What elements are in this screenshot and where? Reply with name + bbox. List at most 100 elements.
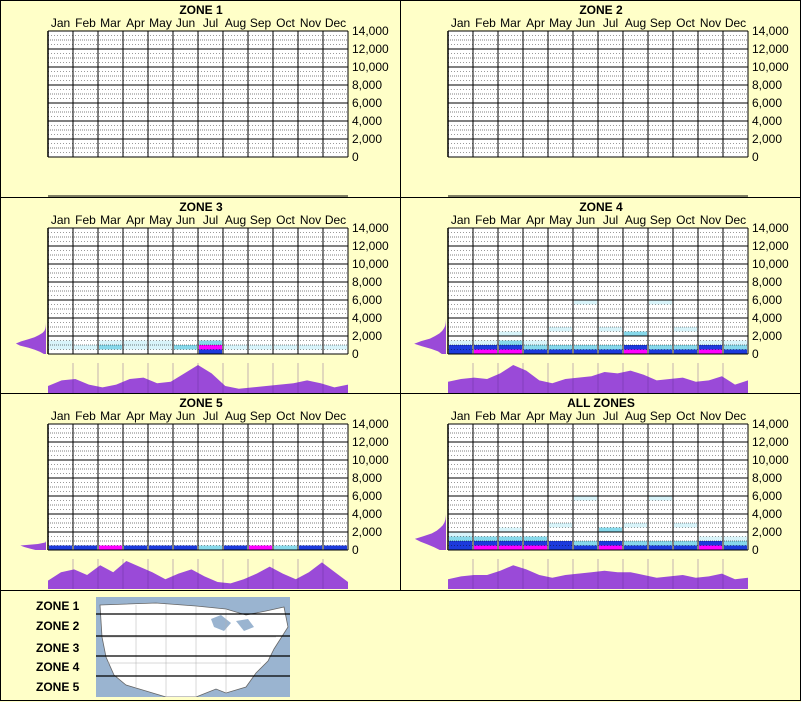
y-tick-label: 12,000 [752, 239, 789, 253]
heat-cell [499, 349, 522, 354]
month-label: Nov [700, 16, 721, 30]
month-label: May [149, 409, 172, 423]
y-tick-label: 14,000 [352, 221, 389, 235]
y-tick-label: 4,000 [752, 507, 782, 521]
month-label: Nov [700, 409, 721, 423]
y-tick-label: 6,000 [352, 293, 382, 307]
heat-cell [524, 340, 547, 345]
zone-4-panel: ZONE 4 Jan Feb Mar Apr May Jun Jul Aug Sep Oct Nov… [400, 197, 801, 394]
month-label: Dec [325, 409, 346, 423]
month-label: Sep [250, 213, 272, 227]
y-tick-label: 2,000 [352, 525, 382, 539]
heat-cell [274, 545, 297, 550]
heat-cell [124, 545, 147, 550]
y-tick-label: 2,000 [752, 329, 782, 343]
heat-cell [49, 345, 72, 350]
month-label: Jan [451, 16, 470, 30]
heat-cell [299, 345, 322, 350]
heat-cell [574, 496, 597, 501]
month-label: Nov [700, 213, 721, 227]
heat-cell [499, 345, 522, 350]
heat-cell [499, 527, 522, 532]
y-tick-label: 2,000 [352, 132, 382, 146]
y-tick-label: 0 [752, 150, 759, 164]
heat-cell [499, 541, 522, 546]
heat-cell [449, 345, 472, 350]
month-label: Jan [451, 409, 470, 423]
chart-svg: Jan Feb Mar Apr May Jun Jul Aug Sep Oct Nov Dec 14,0… [20, 409, 389, 589]
month-label: Sep [650, 213, 672, 227]
month-label: Sep [250, 16, 272, 30]
heat-cell [249, 345, 272, 350]
heat-cell [649, 345, 672, 350]
month-label: Oct [676, 409, 695, 423]
heat-cell [599, 545, 622, 550]
month-label: Aug [225, 213, 246, 227]
heat-cell [674, 327, 697, 332]
heat-cell [449, 349, 472, 354]
heat-cell [624, 349, 647, 354]
month-label: Aug [625, 409, 646, 423]
heat-cell [699, 340, 722, 345]
heat-cell [499, 331, 522, 336]
y-tick-label: 6,000 [352, 96, 382, 110]
heat-cell [149, 545, 172, 550]
y-tick-label: 4,000 [752, 114, 782, 128]
month-label: Mar [100, 409, 121, 423]
heat-cell [199, 340, 222, 345]
heat-cell [724, 541, 747, 546]
heat-cell [224, 545, 247, 550]
y-tick-label: 12,000 [752, 42, 789, 56]
month-label: Oct [276, 409, 295, 423]
heat-cell [99, 340, 122, 345]
heat-cell [74, 345, 97, 350]
month-label: Nov [300, 213, 321, 227]
month-label: Mar [500, 409, 521, 423]
month-label: Feb [475, 409, 496, 423]
legend-zone-2: ZONE 2 [36, 619, 80, 633]
heat-cell [499, 545, 522, 550]
heat-cell [149, 345, 172, 350]
heat-cell [699, 541, 722, 546]
chart-svg: Jan Feb Mar Apr May Jun Jul Aug Sep Oct Nov Dec 14,0… [414, 409, 789, 589]
heat-cell [474, 345, 497, 350]
month-label: Apr [126, 409, 145, 423]
heat-cell [699, 349, 722, 354]
month-label: May [149, 213, 172, 227]
month-label: Jan [51, 409, 70, 423]
heat-cell [574, 345, 597, 350]
heat-cell [474, 340, 497, 345]
heat-cell [524, 536, 547, 541]
month-label: Jun [176, 16, 195, 30]
y-tick-label: 8,000 [752, 78, 782, 92]
month-label: Jun [576, 16, 595, 30]
heat-cell [599, 541, 622, 546]
heat-cell [174, 545, 197, 550]
month-label: Mar [500, 16, 521, 30]
heat-cell [474, 541, 497, 546]
heat-cell [149, 340, 172, 345]
y-tick-label: 6,000 [352, 489, 382, 503]
heat-cell [624, 541, 647, 546]
y-tick-label: 6,000 [752, 96, 782, 110]
y-tick-label: 8,000 [352, 471, 382, 485]
chart-svg: Jan Feb Mar Apr May Jun Jul Aug Sep Oct Nov Dec 14,0… [447, 16, 789, 197]
month-label: Aug [225, 409, 246, 423]
y-tick-label: 6,000 [752, 489, 782, 503]
heat-cell [724, 340, 747, 345]
heat-cell [499, 340, 522, 345]
month-label: Jan [51, 213, 70, 227]
y-tick-label: 0 [352, 347, 359, 361]
us-zone-map [96, 597, 290, 698]
heat-cell [199, 345, 222, 350]
heat-cell [449, 536, 472, 541]
elevation-profile [414, 318, 446, 354]
y-tick-label: 8,000 [352, 78, 382, 92]
heat-cell [449, 541, 472, 546]
month-label: Jul [203, 213, 218, 227]
y-tick-label: 12,000 [352, 42, 389, 56]
heat-cell [649, 496, 672, 501]
zone-5-panel: ZONE 5 Jan Feb Mar Apr May Jun Jul Aug Sep Oct Nov… [0, 393, 401, 591]
heat-cell [624, 331, 647, 336]
heat-cell [324, 545, 347, 550]
